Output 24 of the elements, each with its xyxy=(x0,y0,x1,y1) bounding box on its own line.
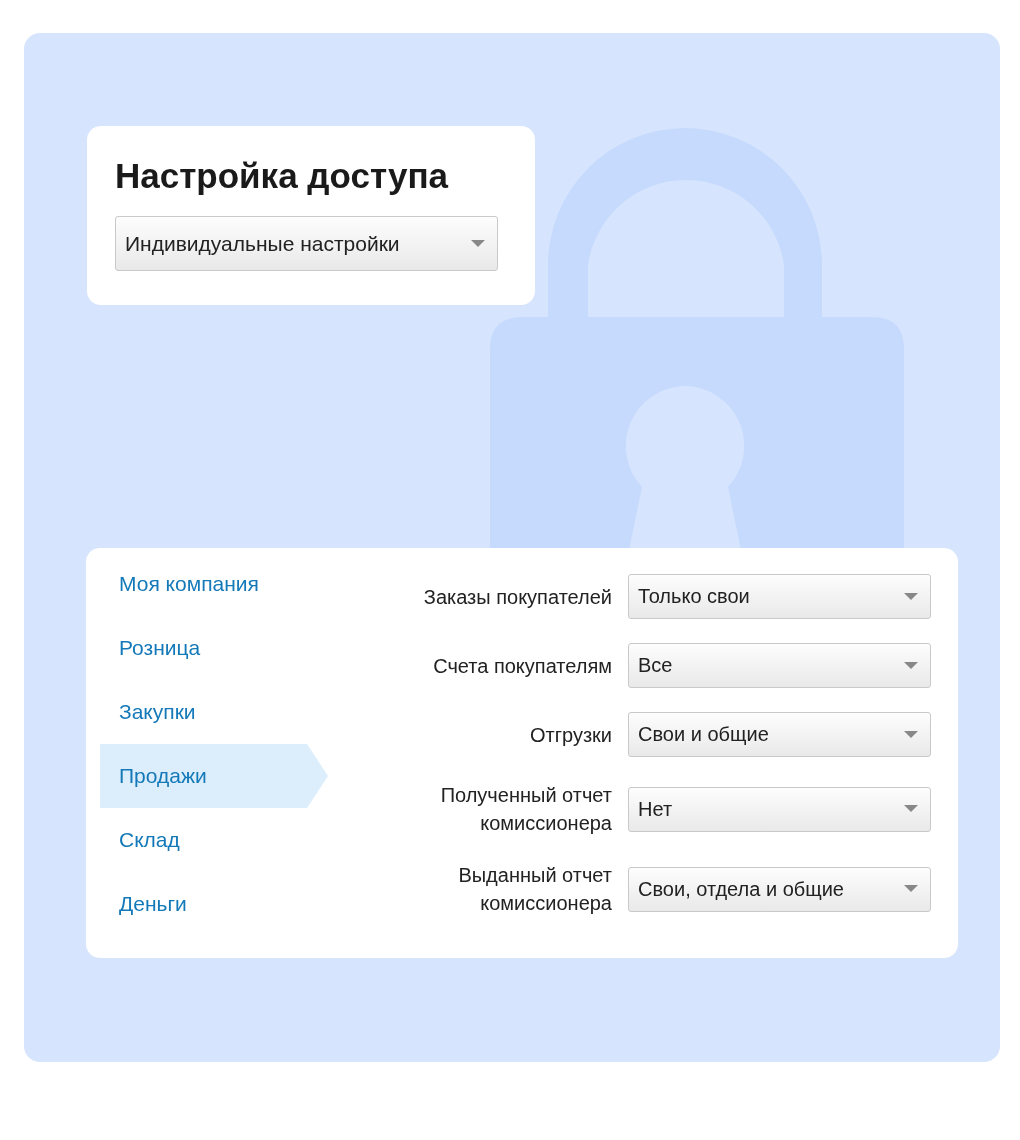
section-tab[interactable]: Моя компания xyxy=(100,552,328,616)
title: Настройка доступа xyxy=(115,156,450,196)
dropdown[interactable]: Только свои xyxy=(628,574,931,619)
dropdown[interactable]: Все xyxy=(628,643,931,688)
caret-icon xyxy=(904,885,918,893)
dropdown[interactable]: Свои, отдела и общие xyxy=(628,866,931,912)
permission-label: Заказы покупателей xyxy=(422,584,612,610)
section-tab[interactable]: Продажи xyxy=(100,744,328,808)
section-tab[interactable]: Деньги xyxy=(100,872,328,936)
section-tab[interactable]: Закупки xyxy=(100,680,328,744)
dropdown[interactable]: Нет xyxy=(628,786,931,832)
caret-icon xyxy=(904,805,918,813)
permission-label: Полученный отчет комиссионера xyxy=(439,783,612,836)
section-tab[interactable]: Розница xyxy=(100,616,328,680)
dropdown[interactable]: Свои и общие xyxy=(628,712,931,757)
permission-label: Счета покупателям xyxy=(432,653,612,679)
caret-icon xyxy=(904,661,918,670)
dropdown[interactable]: Индивидуальные настройки xyxy=(115,216,498,271)
caret-icon xyxy=(471,239,485,248)
permission-label: Отгрузки xyxy=(529,722,612,748)
permission-label: Выданный отчет комиссионера xyxy=(457,863,612,916)
section-tab[interactable]: Склад xyxy=(100,808,328,872)
caret-icon xyxy=(904,592,918,601)
caret-icon xyxy=(904,730,918,739)
